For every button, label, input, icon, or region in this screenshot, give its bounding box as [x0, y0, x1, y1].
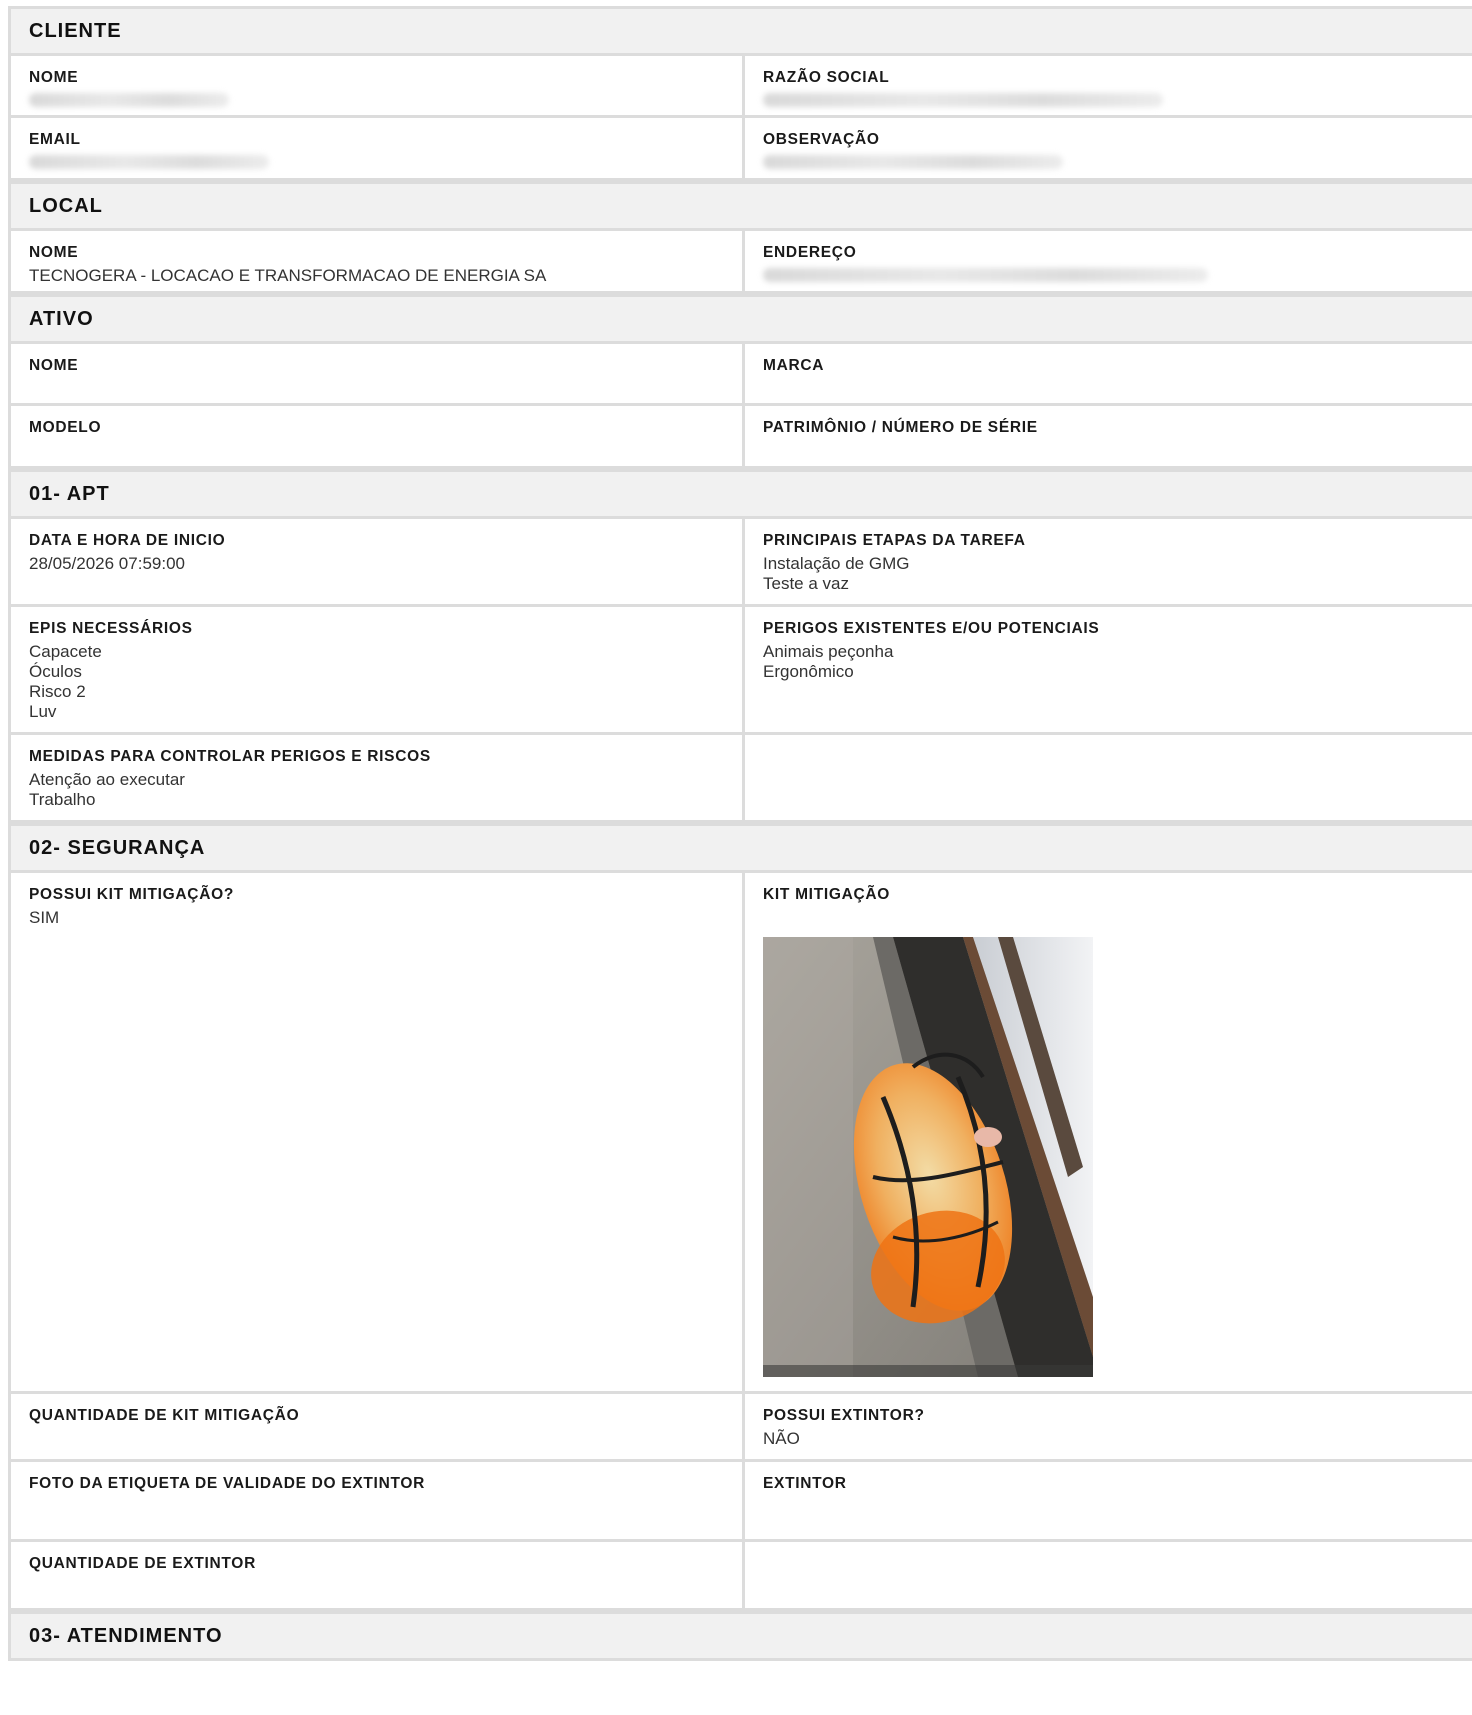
- field-extintor: EXTINTOR: [745, 1462, 1472, 1539]
- field-possui-kit-mitigacao: POSSUI KIT MITIGAÇÃO? SIM: [11, 873, 745, 1391]
- seguranca-row-2: QUANTIDADE DE KIT MITIGAÇÃO POSSUI EXTIN…: [8, 1394, 1472, 1462]
- list-item: Óculos: [29, 662, 82, 681]
- list-item: Teste a vaz: [763, 574, 849, 593]
- list-item: Capacete: [29, 642, 102, 661]
- apt-row-3: MEDIDAS PARA CONTROLAR PERIGOS E RISCOS …: [8, 735, 1472, 823]
- field-label: PRINCIPAIS ETAPAS DA TAREFA: [763, 532, 1026, 549]
- seguranca-row-1: POSSUI KIT MITIGAÇÃO? SIM KIT MITIGAÇÃO: [8, 873, 1472, 1394]
- list-item: Ergonômico: [763, 662, 854, 681]
- section-local-header: LOCAL: [8, 181, 1472, 231]
- section-title: CLIENTE: [29, 19, 122, 42]
- empty-cell: [745, 1542, 1472, 1608]
- section-title: 01- APT: [29, 482, 110, 505]
- section-title: LOCAL: [29, 194, 103, 217]
- field-label: OBSERVAÇÃO: [763, 131, 880, 148]
- field-value-list: Animais peçonha Ergonômico: [763, 642, 1454, 682]
- cliente-row-1: NOME RAZÃO SOCIAL: [8, 56, 1472, 118]
- list-item: Animais peçonha: [763, 642, 894, 661]
- section-seguranca-header: 02- SEGURANÇA: [8, 823, 1472, 873]
- field-label: MARCA: [763, 357, 825, 374]
- field-epis-necessarios: EPIS NECESSÁRIOS Capacete Óculos Risco 2…: [11, 607, 745, 732]
- field-principais-etapas: PRINCIPAIS ETAPAS DA TAREFA Instalação d…: [745, 519, 1472, 604]
- field-label: RAZÃO SOCIAL: [763, 69, 890, 86]
- field-data-hora-inicio: DATA E HORA DE INICIO 28/05/2026 07:59:0…: [11, 519, 745, 604]
- field-label: PERIGOS EXISTENTES E/OU POTENCIAIS: [763, 620, 1100, 637]
- field-label: FOTO DA ETIQUETA DE VALIDADE DO EXTINTOR: [29, 1475, 425, 1492]
- seguranca-row-3: FOTO DA ETIQUETA DE VALIDADE DO EXTINTOR…: [8, 1462, 1472, 1542]
- field-label: NOME: [29, 244, 79, 261]
- list-item: Trabalho: [29, 790, 96, 809]
- field-quantidade-kit-mitigacao: QUANTIDADE DE KIT MITIGAÇÃO: [11, 1394, 745, 1459]
- field-value-list: Instalação de GMG Teste a vaz: [763, 554, 1454, 594]
- field-label: EMAIL: [29, 131, 81, 148]
- field-cliente-razao-social: RAZÃO SOCIAL: [745, 56, 1472, 115]
- apt-row-1: DATA E HORA DE INICIO 28/05/2026 07:59:0…: [8, 519, 1472, 607]
- field-label: MEDIDAS PARA CONTROLAR PERIGOS E RISCOS: [29, 748, 431, 765]
- field-possui-extintor: POSSUI EXTINTOR? NÃO: [745, 1394, 1472, 1459]
- field-label: QUANTIDADE DE EXTINTOR: [29, 1555, 256, 1572]
- section-atendimento-header: 03- ATENDIMENTO: [8, 1611, 1472, 1661]
- section-title: ATIVO: [29, 307, 94, 330]
- redacted-value: [763, 155, 1063, 169]
- field-value: 28/05/2026 07:59:00: [29, 554, 185, 573]
- field-label: NOME: [29, 357, 79, 374]
- ativo-row-1: NOME MARCA: [8, 344, 1472, 406]
- section-title: 02- SEGURANÇA: [29, 836, 206, 859]
- field-value: NÃO: [763, 1429, 800, 1448]
- field-label: PATRIMÔNIO / NÚMERO DE SÉRIE: [763, 419, 1038, 436]
- field-label: POSSUI KIT MITIGAÇÃO?: [29, 886, 235, 903]
- field-local-nome: NOME TECNOGERA - LOCACAO E TRANSFORMACAO…: [11, 231, 745, 291]
- kit-mitigacao-photo[interactable]: [763, 937, 1093, 1377]
- field-label: EXTINTOR: [763, 1475, 847, 1492]
- field-value: SIM: [29, 908, 60, 927]
- field-ativo-marca: MARCA: [745, 344, 1472, 403]
- redacted-value: [29, 155, 269, 169]
- field-value-list: Atenção ao executar Trabalho: [29, 770, 724, 810]
- field-value-list: Capacete Óculos Risco 2 Luv: [29, 642, 724, 722]
- ativo-row-2: MODELO PATRIMÔNIO / NÚMERO DE SÉRIE: [8, 406, 1472, 469]
- field-label: EPIS NECESSÁRIOS: [29, 620, 193, 637]
- field-ativo-patrimonio: PATRIMÔNIO / NÚMERO DE SÉRIE: [745, 406, 1472, 466]
- local-row-1: NOME TECNOGERA - LOCACAO E TRANSFORMACAO…: [8, 231, 1472, 294]
- redacted-value: [763, 268, 1208, 282]
- field-label: POSSUI EXTINTOR?: [763, 1407, 925, 1424]
- redacted-value: [29, 93, 229, 107]
- field-quantidade-extintor: QUANTIDADE DE EXTINTOR: [11, 1542, 745, 1608]
- list-item: Luv: [29, 702, 57, 721]
- cliente-row-2: EMAIL OBSERVAÇÃO: [8, 118, 1472, 181]
- field-perigos: PERIGOS EXISTENTES E/OU POTENCIAIS Anima…: [745, 607, 1472, 732]
- field-cliente-nome: NOME: [11, 56, 745, 115]
- list-item: Risco 2: [29, 682, 86, 701]
- field-value: TECNOGERA - LOCACAO E TRANSFORMACAO DE E…: [29, 266, 547, 285]
- field-ativo-modelo: MODELO: [11, 406, 745, 466]
- report-page: CLIENTE NOME RAZÃO SOCIAL EMAIL OBSERVAÇ…: [8, 6, 1472, 1661]
- field-label: QUANTIDADE DE KIT MITIGAÇÃO: [29, 1407, 300, 1424]
- apt-row-2: EPIS NECESSÁRIOS Capacete Óculos Risco 2…: [8, 607, 1472, 735]
- field-label: ENDEREÇO: [763, 244, 857, 261]
- redacted-value: [763, 93, 1163, 107]
- section-cliente-header: CLIENTE: [8, 6, 1472, 56]
- field-medidas-controle: MEDIDAS PARA CONTROLAR PERIGOS E RISCOS …: [11, 735, 745, 820]
- field-foto-etiqueta-extintor: FOTO DA ETIQUETA DE VALIDADE DO EXTINTOR: [11, 1462, 745, 1539]
- section-ativo-header: ATIVO: [8, 294, 1472, 344]
- field-label: NOME: [29, 69, 79, 86]
- field-local-endereco: ENDEREÇO: [745, 231, 1472, 291]
- field-label: DATA E HORA DE INICIO: [29, 532, 226, 549]
- kit-photo-image: [763, 937, 1093, 1377]
- field-kit-mitigacao: KIT MITIGAÇÃO: [745, 873, 1472, 1391]
- empty-cell: [745, 735, 1472, 820]
- section-apt-header: 01- APT: [8, 469, 1472, 519]
- field-cliente-email: EMAIL: [11, 118, 745, 178]
- list-item: Atenção ao executar: [29, 770, 185, 789]
- field-ativo-nome: NOME: [11, 344, 745, 403]
- field-cliente-observacao: OBSERVAÇÃO: [745, 118, 1472, 178]
- seguranca-row-4: QUANTIDADE DE EXTINTOR: [8, 1542, 1472, 1611]
- list-item: Instalação de GMG: [763, 554, 910, 573]
- field-label: KIT MITIGAÇÃO: [763, 886, 891, 903]
- field-label: MODELO: [29, 419, 102, 436]
- section-title: 03- ATENDIMENTO: [29, 1624, 223, 1647]
